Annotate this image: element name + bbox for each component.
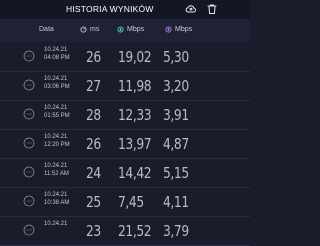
- result-row[interactable]: 10.24.21 04:08 PM 26 19,02 5,30: [0, 42, 250, 72]
- result-date-time: 03:06 PM: [44, 83, 70, 90]
- result-download: 21,52: [118, 222, 152, 240]
- result-date: 10.24.21 10:38 AM: [44, 192, 69, 207]
- result-row[interactable]: 10.24.21 03:06 PM 27 11,98 3,20: [0, 71, 250, 101]
- connection-type-icon: [23, 137, 35, 149]
- result-row[interactable]: 10.24.21 10:38 AM 25 7,45 4,11: [0, 187, 250, 217]
- result-upload: 3,79: [163, 222, 189, 240]
- result-date-day: 10.24.21: [44, 105, 68, 111]
- column-header-upload[interactable]: Mbps: [165, 26, 192, 33]
- column-header-date[interactable]: Data: [39, 26, 54, 33]
- result-ping: 25: [86, 193, 101, 211]
- result-date-time: 10:38 AM: [44, 199, 70, 206]
- result-row[interactable]: 10.24.21 11:52 AM 24 14,42 5,15: [0, 158, 250, 188]
- result-date: 10.24.21: [44, 221, 67, 229]
- result-date-day: 10.24.21: [44, 76, 68, 82]
- result-ping: 28: [86, 106, 101, 124]
- connection-type-icon: [23, 79, 35, 91]
- result-date-time: 11:52 AM: [44, 170, 69, 177]
- result-ping: 26: [86, 48, 101, 66]
- result-ping: 23: [86, 222, 101, 240]
- result-date: 10.24.21 01:55 PM: [44, 105, 70, 120]
- result-date-day: 10.24.21: [44, 221, 68, 227]
- results-table-header: Data ms Mbps Mbps: [0, 19, 250, 42]
- result-row[interactable]: 10.24.21 12:20 PM 26 13,97 4,87: [0, 129, 250, 159]
- connection-type-icon: [23, 50, 35, 62]
- result-date-day: 10.24.21: [44, 192, 68, 198]
- result-ping: 24: [86, 164, 101, 182]
- result-date: 10.24.21 04:08 PM: [44, 47, 70, 62]
- column-header-download-label: Mbps: [127, 26, 145, 33]
- column-header-ping-label: ms: [90, 26, 100, 33]
- result-upload: 3,91: [163, 106, 189, 124]
- result-date-time: 01:55 PM: [44, 112, 70, 119]
- cloud-upload-icon[interactable]: [185, 3, 197, 15]
- result-date: 10.24.21 11:52 AM: [44, 163, 69, 178]
- connection-type-icon: [23, 195, 35, 207]
- column-header-ping[interactable]: ms: [80, 26, 99, 33]
- trash-icon[interactable]: [206, 3, 218, 15]
- result-download: 7,45: [118, 193, 144, 211]
- result-upload: 4,87: [163, 135, 189, 153]
- result-date-day: 10.24.21: [44, 163, 68, 169]
- result-row[interactable]: 10.24.21 23 21,52 3,79: [0, 216, 250, 246]
- connection-type-icon: [23, 108, 35, 120]
- result-ping: 27: [86, 77, 101, 95]
- ping-gauge-icon: [80, 26, 87, 33]
- top-bar: HISTORIA WYNIKÓW: [0, 0, 250, 19]
- result-download: 19,02: [118, 48, 152, 66]
- result-date-time: 04:08 PM: [44, 54, 70, 61]
- result-date-day: 10.24.21: [44, 47, 68, 53]
- upload-arrow-icon: [165, 26, 172, 33]
- connection-type-icon: [23, 166, 35, 178]
- result-download: 14,42: [118, 164, 152, 182]
- page-title: HISTORIA WYNIKÓW: [66, 4, 154, 14]
- result-upload: 3,20: [163, 77, 189, 95]
- result-upload: 5,30: [163, 48, 189, 66]
- result-upload: 4,11: [163, 193, 189, 211]
- result-date-day: 10.24.21: [44, 134, 68, 140]
- column-header-download[interactable]: Mbps: [117, 26, 144, 33]
- result-date-time: 12:20 PM: [44, 141, 70, 148]
- download-arrow-icon: [117, 26, 124, 33]
- result-date: 10.24.21 12:20 PM: [44, 134, 70, 149]
- result-date: 10.24.21 03:06 PM: [44, 76, 70, 91]
- result-download: 12,33: [118, 106, 152, 124]
- result-row[interactable]: 10.24.21 01:55 PM 28 12,33 3,91: [0, 100, 250, 130]
- result-upload: 5,15: [163, 164, 189, 182]
- result-ping: 26: [86, 135, 101, 153]
- result-download: 13,97: [118, 135, 152, 153]
- connection-type-icon: [23, 224, 35, 236]
- column-header-upload-label: Mbps: [175, 26, 193, 33]
- result-download: 11,98: [118, 77, 152, 95]
